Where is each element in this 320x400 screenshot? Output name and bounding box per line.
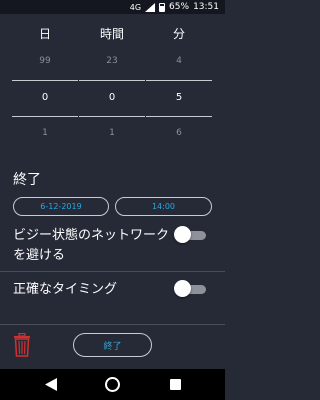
battery-percent: 65% (169, 2, 190, 12)
picker-next-value[interactable]: 1 (79, 128, 145, 138)
row-divider (0, 324, 225, 325)
picker-current-value[interactable]: 0 (79, 92, 145, 103)
toggle-thumb (174, 280, 191, 297)
battery-icon (159, 2, 166, 12)
picker-header-hours: 時間 (99, 27, 124, 41)
end-section-label: 終了 (13, 172, 41, 188)
end-time-button[interactable]: 14:00 (115, 197, 212, 216)
picker-divider (146, 116, 212, 117)
recent-apps-icon[interactable] (170, 379, 181, 390)
picker-divider (79, 80, 145, 81)
system-nav-bar (0, 369, 225, 400)
row-divider (0, 271, 225, 272)
picker-divider (146, 80, 212, 81)
picker-current-value[interactable]: 5 (146, 92, 212, 103)
avoid-busy-network-toggle[interactable] (174, 226, 208, 244)
picker-header-days: 日 (38, 27, 51, 41)
precise-timing-label: 正確なタイミング (13, 282, 118, 297)
picker-current-value[interactable]: 0 (12, 92, 78, 103)
end-date-button[interactable]: 6-12-2019 (13, 197, 109, 216)
picker-divider (12, 80, 78, 81)
duration-picker: 日 99 0 1 時間 23 0 1 分 4 5 6 (0, 14, 225, 154)
picker-prev-value[interactable]: 23 (79, 56, 145, 66)
back-icon[interactable] (45, 378, 57, 391)
picker-prev-value[interactable]: 99 (12, 56, 78, 66)
picker-header-minutes: 分 (172, 27, 185, 41)
signal-icon (145, 2, 156, 12)
toggle-thumb (174, 226, 191, 243)
picker-divider (79, 116, 145, 117)
picker-divider (12, 116, 78, 117)
trash-icon[interactable] (13, 333, 31, 357)
finish-button[interactable]: 終了 (73, 333, 152, 357)
picker-next-value[interactable]: 6 (146, 128, 212, 138)
clock: 13:51 (193, 2, 219, 12)
precise-timing-toggle[interactable] (174, 280, 208, 298)
home-icon[interactable] (105, 377, 120, 392)
status-bar: 4G 65% 13:51 (0, 0, 225, 14)
picker-prev-value[interactable]: 4 (146, 56, 212, 66)
signal-indicator: 4G (129, 2, 142, 12)
picker-next-value[interactable]: 1 (12, 128, 78, 138)
avoid-busy-network-label: ビジー状態のネットワークを避ける (13, 228, 170, 263)
